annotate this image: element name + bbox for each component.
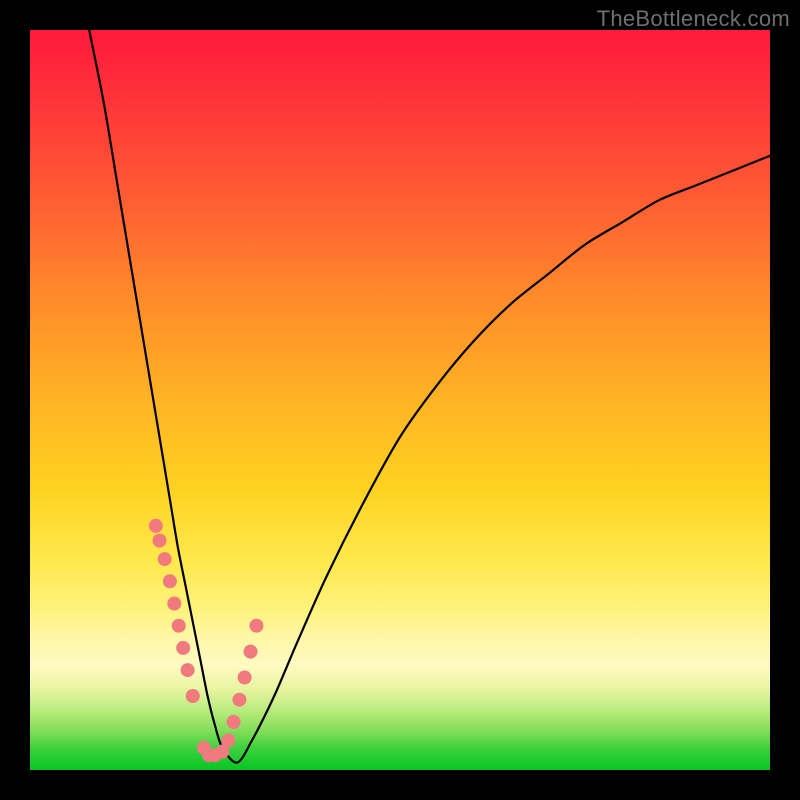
data-point [232, 693, 246, 707]
data-point [176, 641, 190, 655]
chart-frame: TheBottleneck.com [0, 0, 800, 800]
watermark-text: TheBottleneck.com [597, 6, 790, 32]
data-point [197, 741, 211, 755]
data-point [158, 552, 172, 566]
data-point [172, 619, 186, 633]
curve-layer [30, 30, 770, 770]
data-point [149, 519, 163, 533]
data-point [249, 619, 263, 633]
bottleneck-curve [89, 30, 770, 763]
data-point [202, 748, 216, 762]
data-point [215, 745, 229, 759]
data-point [167, 597, 181, 611]
data-point [186, 689, 200, 703]
data-point [238, 671, 252, 685]
data-point [163, 574, 177, 588]
data-point [181, 663, 195, 677]
data-point [221, 733, 235, 747]
data-point [153, 534, 167, 548]
data-point [208, 748, 222, 762]
plot-area [30, 30, 770, 770]
data-point [244, 645, 258, 659]
data-point [227, 715, 241, 729]
